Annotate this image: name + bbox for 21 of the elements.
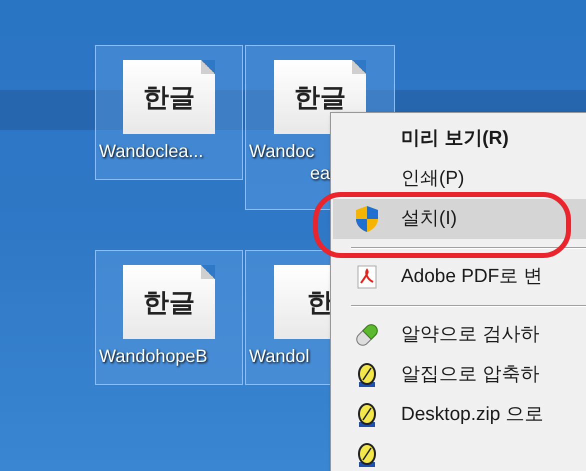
menu-item[interactable]: Desktop.zip 으로: [333, 395, 586, 435]
icon-glyph: 한글: [143, 84, 195, 110]
page-corner-fold: [352, 60, 366, 74]
desktop-icon[interactable]: 한글 WandohopeB: [95, 250, 243, 385]
icon-label: Wandoc: [248, 140, 314, 162]
menu-item[interactable]: 설치(I): [333, 199, 586, 239]
pdf-document-icon: [357, 265, 377, 289]
zip-egg-icon: [357, 362, 377, 388]
icon-label: Wandoclea...: [98, 140, 204, 162]
icon-label: ea: [310, 162, 330, 184]
icon-glyph: 한글: [143, 289, 195, 315]
desktop-icon[interactable]: 한글 Wandoclea...: [95, 45, 243, 180]
shield-icon: [354, 205, 380, 233]
icon-label: Wandol: [248, 345, 310, 367]
icon-label: WandohopeB: [98, 345, 208, 367]
page-corner-fold: [201, 60, 215, 74]
zip-egg-icon: [357, 442, 377, 468]
icon-glyph: 한글: [294, 84, 346, 110]
page-corner-fold: [201, 265, 215, 279]
icon-glyph: 한: [307, 289, 333, 315]
zip-egg-icon: [357, 402, 377, 428]
